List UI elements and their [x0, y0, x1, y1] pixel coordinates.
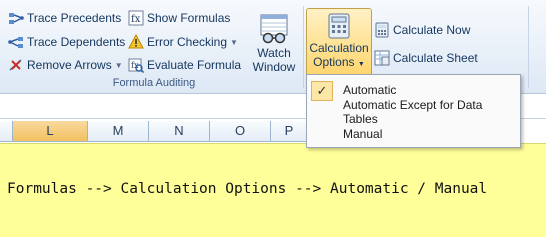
- annotation-banner: Formulas --> Calculation Options --> Aut…: [0, 143, 546, 237]
- calculate-sheet-button[interactable]: Calculate Sheet: [374, 48, 478, 68]
- menu-item-label: Automatic: [343, 83, 397, 97]
- error-checking-icon: [128, 33, 144, 50]
- column-header-p[interactable]: P: [271, 121, 308, 142]
- column-header-m[interactable]: M: [88, 121, 149, 142]
- annotation-text: Formulas --> Calculation Options --> Aut…: [7, 181, 488, 197]
- calculation-options-label-line2: Options: [313, 55, 355, 69]
- watch-window-label-line2: Window: [252, 60, 296, 74]
- column-header-n[interactable]: N: [149, 121, 210, 142]
- column-header-partial[interactable]: [0, 121, 13, 142]
- trace-dependents-button[interactable]: Trace Dependents: [8, 32, 125, 52]
- calculator-icon: [327, 13, 351, 39]
- calculate-sheet-label: Calculate Sheet: [393, 51, 478, 65]
- error-checking-label: Error Checking: [147, 35, 228, 49]
- calculation-options-button[interactable]: Calculation Options ▼: [306, 8, 372, 78]
- calculate-now-icon: [374, 22, 390, 38]
- chevron-down-icon: ▼: [230, 37, 238, 47]
- watch-window-icon: [258, 14, 290, 44]
- error-checking-button[interactable]: Error Checking ▼: [128, 32, 238, 52]
- column-header-o[interactable]: O: [210, 121, 271, 142]
- calculation-options-menu: ✓ Automatic Automatic Except for Data Ta…: [306, 74, 521, 148]
- trace-precedents-button[interactable]: Trace Precedents: [8, 8, 121, 28]
- remove-arrows-button[interactable]: Remove Arrows ▼: [8, 55, 123, 75]
- show-formulas-label: Show Formulas: [147, 11, 231, 25]
- remove-arrows-label: Remove Arrows: [27, 58, 112, 72]
- menu-item-label: Manual: [343, 127, 383, 141]
- calculate-sheet-icon: [374, 50, 390, 66]
- watch-window-button[interactable]: Watch Window: [248, 14, 300, 74]
- formula-auditing-group-label: Formula Auditing: [112, 77, 196, 89]
- remove-arrows-icon: [8, 57, 24, 73]
- trace-precedents-label: Trace Precedents: [27, 11, 122, 25]
- evaluate-formula-button[interactable]: fx Evaluate Formula: [128, 55, 241, 75]
- chevron-down-icon: ▼: [357, 61, 365, 68]
- evaluate-formula-label: Evaluate Formula: [147, 58, 242, 72]
- calculate-now-button[interactable]: Calculate Now: [374, 20, 470, 40]
- group-separator: [303, 6, 304, 88]
- trace-dependents-icon: [8, 34, 24, 50]
- calculation-options-label-line1: Calculation: [309, 41, 369, 55]
- group-separator: [528, 6, 529, 88]
- menu-item-manual[interactable]: Manual: [307, 123, 520, 145]
- svg-text:fx: fx: [131, 14, 141, 25]
- checkmark-icon: ✓: [311, 81, 333, 101]
- chevron-down-icon: ▼: [114, 60, 123, 70]
- menu-item-automatic-except-data-tables[interactable]: Automatic Except for Data Tables: [307, 98, 520, 126]
- show-formulas-button[interactable]: fx Show Formulas: [128, 8, 230, 28]
- watch-window-label-line1: Watch: [257, 46, 291, 60]
- trace-precedents-icon: [8, 10, 24, 26]
- trace-dependents-label: Trace Dependents: [27, 35, 126, 49]
- evaluate-formula-icon: fx: [128, 57, 145, 74]
- show-formulas-icon: fx: [128, 10, 144, 26]
- menu-item-label: Automatic Except for Data Tables: [343, 98, 483, 126]
- calculate-now-label: Calculate Now: [393, 23, 471, 37]
- column-header-l[interactable]: L: [13, 121, 88, 142]
